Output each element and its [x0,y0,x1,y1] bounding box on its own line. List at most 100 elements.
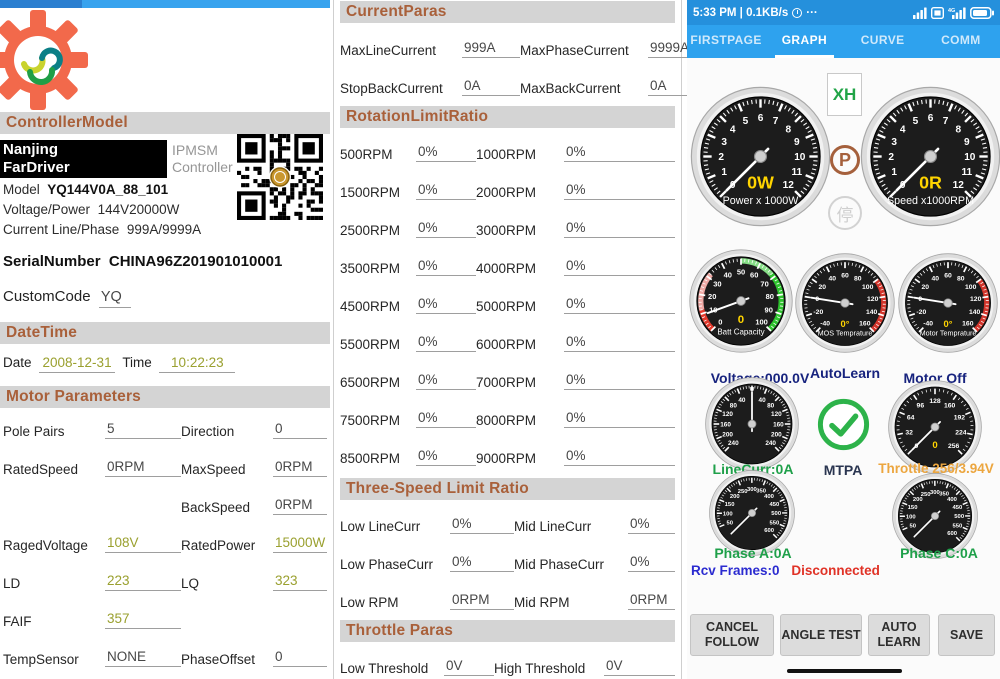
field-value-input[interactable]: 0RPM [273,497,327,515]
field-label: Pole Pairs [3,424,105,439]
line-current-gauge: 24020016012080404080120160200240 [704,376,800,472]
field-value-input[interactable]: 0 [273,649,327,667]
param-row: 4500RPM0%5000RPM0% [340,290,675,314]
angle-test-button[interactable]: ANGLE TEST [780,614,862,656]
param-row: FAIF357 [3,605,327,629]
svg-text:MOS Temprature: MOS Temprature [818,328,873,337]
brand-name: Nanjing FarDriver [0,140,167,178]
field-value-input[interactable]: 0RPM [105,459,181,477]
field-value-input[interactable]: 0% [416,296,476,314]
param-row: StopBackCurrent0AMaxBackCurrent0A [340,72,675,96]
field-value-input[interactable]: 0% [416,410,476,428]
qr-code [237,134,323,220]
svg-text:0W: 0W [747,173,774,193]
tab-comm[interactable]: COMM [922,25,1000,58]
field-value-input[interactable]: 0% [450,516,514,534]
field-value-input[interactable]: 0A [648,78,692,96]
stop-icon[interactable]: 停 [828,196,862,230]
field-value-input[interactable]: 0% [416,182,476,200]
cancel-follow-button[interactable]: CANCEL FOLLOW [690,614,774,656]
svg-text:8: 8 [955,124,961,135]
field-value-input[interactable]: 0% [416,220,476,238]
param-row: MaxLineCurrent999AMaxPhaseCurrent9999A [340,34,675,58]
home-indicator[interactable] [787,669,902,673]
tab-graph[interactable]: GRAPH [765,25,843,58]
svg-text:128: 128 [929,398,941,405]
field-value-input[interactable]: 0A [462,78,520,96]
field-value-input[interactable]: 0V [604,658,675,676]
param-row: RagedVoltage108VRatedPower15000W [3,529,327,553]
svg-text:-20: -20 [813,309,823,316]
xh-button[interactable]: XH [827,73,862,116]
field-value-input[interactable]: 0% [416,372,476,390]
field-value-input[interactable]: 15000W [273,535,327,553]
field-value-input[interactable]: 0% [628,516,675,534]
field-value-input[interactable]: 0% [416,448,476,466]
field-label: MaxBackCurrent [520,81,648,96]
field-value-input[interactable]: 0RPM [273,459,327,477]
speed-gauge: 01234567891011120RSpeed x1000RPM [859,85,1000,228]
custom-code-input[interactable]: YQ [99,289,131,308]
field-value-input[interactable]: 0% [416,334,476,352]
phone-app-panel: 5:33 PM | 0.1KB/s ··· 4G [687,0,1000,679]
svg-text:4G: 4G [948,8,955,14]
svg-text:-40: -40 [820,320,830,327]
field-value-input[interactable]: 0% [564,296,675,314]
field-value-input[interactable]: 0 [273,421,327,439]
svg-text:Motor Temprature: Motor Temprature [920,328,977,337]
field-label: Direction [181,424,273,439]
field-value-input[interactable]: 0% [564,182,675,200]
field-value-input[interactable]: 9999A [648,40,692,58]
svg-text:1: 1 [891,167,897,178]
field-value-input[interactable]: 0% [564,144,675,162]
field-value-input[interactable]: 0V [444,658,494,676]
mos-temperature-gauge: -40-200204060801001201401600°MOS Temprat… [794,252,896,354]
field-value-input[interactable]: 0% [416,258,476,276]
more-dots-icon: ··· [806,7,818,19]
field-value-input[interactable]: 0% [416,144,476,162]
field-value-input[interactable]: 0% [564,258,675,276]
svg-text:4: 4 [730,124,736,135]
field-label: MaxLineCurrent [340,43,462,58]
time-input[interactable]: 10:22:23 [159,355,235,373]
field-value-input[interactable]: 0RPM [628,592,675,610]
svg-text:0: 0 [932,440,937,451]
tab-curve[interactable]: CURVE [844,25,922,58]
svg-text:120: 120 [722,411,733,418]
field-value-input[interactable]: NONE [105,649,181,667]
tab-firstpage[interactable]: FIRSTPAGE [687,25,765,58]
field-value-input[interactable]: 0% [564,372,675,390]
svg-text:7: 7 [943,116,949,127]
field-label: 6500RPM [340,375,416,390]
svg-text:Batt Capacity: Batt Capacity [717,328,764,337]
field-value-input[interactable]: 223 [105,573,181,591]
rotation-limit-rows: 500RPM0%1000RPM0%1500RPM0%2000RPM0%2500R… [340,138,675,466]
svg-text:160: 160 [962,320,974,327]
field-value-input[interactable]: 0% [564,410,675,428]
date-input[interactable]: 2008-12-31 [39,355,115,373]
field-label: 5500RPM [340,337,416,352]
svg-text:192: 192 [954,414,966,421]
park-icon[interactable]: P [830,145,860,175]
field-value-input[interactable]: 0% [564,334,675,352]
svg-text:80: 80 [730,403,738,410]
brand-area: Nanjing FarDriver IPMSM Controller Model… [0,136,330,248]
save-button[interactable]: SAVE [938,614,995,656]
field-value-input[interactable]: 0% [450,554,514,572]
mtpa-check-icon[interactable] [816,397,871,452]
field-value-input[interactable]: 108V [105,535,181,553]
svg-text:200: 200 [730,494,741,500]
field-value-input[interactable]: 0RPM [450,592,514,610]
field-value-input[interactable]: 5 [105,421,181,439]
field-value-input[interactable]: 357 [105,611,181,629]
field-value-input[interactable]: 0% [628,554,675,572]
field-value-input[interactable]: 999A [462,40,520,58]
field-label: 500RPM [340,147,416,162]
param-row: 500RPM0%1000RPM0% [340,138,675,162]
field-value-input[interactable]: 323 [273,573,327,591]
svg-text:32: 32 [905,430,913,437]
auto-learn-button[interactable]: AUTO LEARN [868,614,930,656]
svg-text:120: 120 [970,296,982,303]
field-value-input[interactable]: 0% [564,448,675,466]
field-value-input[interactable]: 0% [564,220,675,238]
